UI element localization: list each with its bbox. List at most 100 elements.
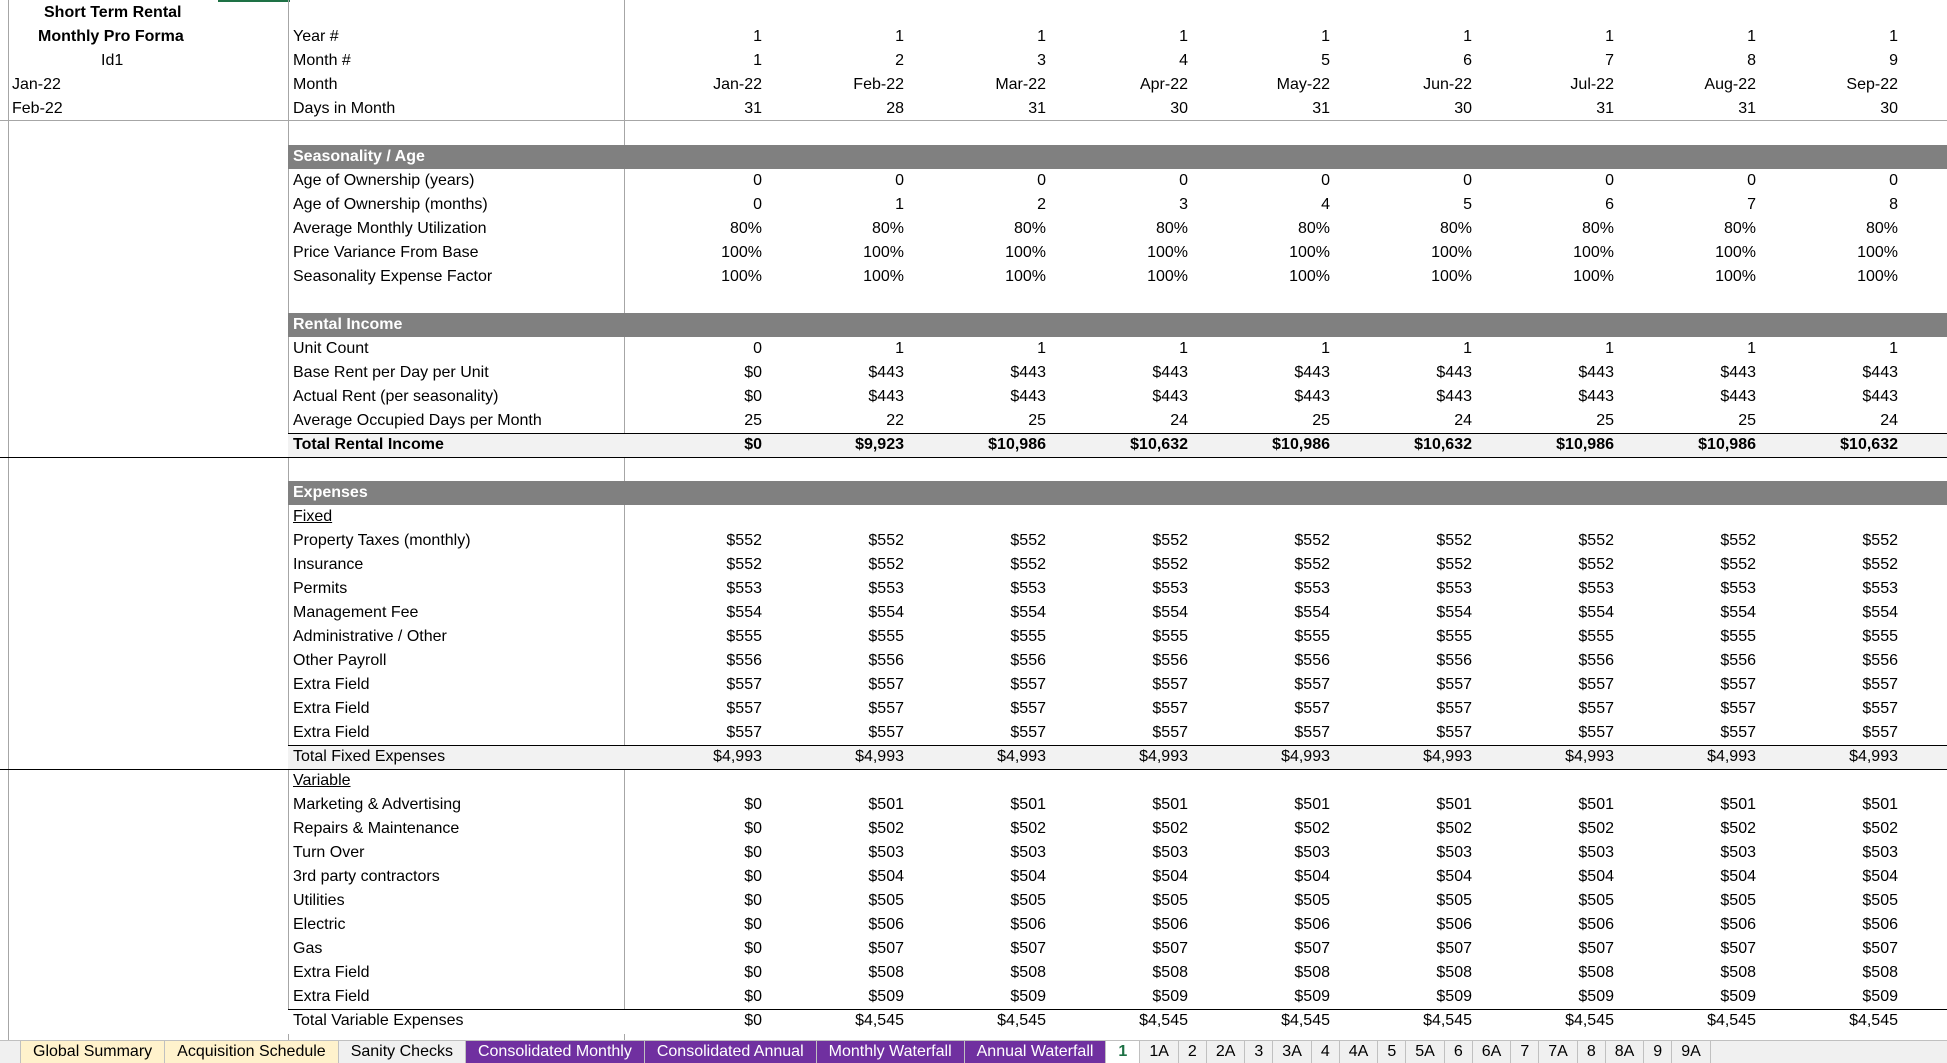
variable-expense-cell[interactable]: $508: [764, 961, 904, 985]
variable-expense-cell[interactable]: $505: [1758, 889, 1898, 913]
variable-expense-cell[interactable]: $507: [1616, 937, 1756, 961]
rental-row-cell[interactable]: 0: [622, 337, 762, 361]
variable-expense-cell[interactable]: $503: [1332, 841, 1472, 865]
header-year-cell[interactable]: 1: [1758, 25, 1898, 49]
total-variable-expenses-cell[interactable]: $4,545: [1474, 1009, 1614, 1033]
fixed-expense-cell[interactable]: $557: [1190, 721, 1330, 745]
total-fixed-expenses-cell[interactable]: $4,993: [906, 745, 1046, 769]
header-days-cell[interactable]: 31: [622, 97, 762, 121]
header-days-cell[interactable]: 28: [764, 97, 904, 121]
header-month-cell[interactable]: Mar-22: [906, 73, 1046, 97]
rental-row-cell[interactable]: $443: [906, 385, 1046, 409]
total-rental-income-cell[interactable]: $10,986: [906, 433, 1046, 457]
fixed-expense-cell[interactable]: $552: [1332, 529, 1472, 553]
variable-expense-cell[interactable]: $502: [1048, 817, 1188, 841]
fixed-expense-cell[interactable]: $557: [1474, 721, 1614, 745]
variable-expense-cell[interactable]: $0: [622, 913, 762, 937]
fixed-expense-cell[interactable]: $552: [1190, 553, 1330, 577]
fixed-expense-cell[interactable]: $553: [1616, 577, 1756, 601]
variable-expense-cell[interactable]: $0: [622, 865, 762, 889]
variable-expense-cell[interactable]: $509: [1332, 985, 1472, 1009]
variable-expense-cell[interactable]: $507: [764, 937, 904, 961]
seasonality-row-cell[interactable]: 3: [1048, 193, 1188, 217]
variable-expense-cell[interactable]: $0: [622, 793, 762, 817]
fixed-expense-cell[interactable]: $557: [1190, 673, 1330, 697]
fixed-expense-cell[interactable]: $554: [1332, 601, 1472, 625]
seasonality-row-cell[interactable]: 80%: [622, 217, 762, 241]
variable-expense-cell[interactable]: $504: [764, 865, 904, 889]
fixed-expense-cell[interactable]: $557: [906, 673, 1046, 697]
fixed-expense-cell[interactable]: $556: [906, 649, 1046, 673]
fixed-expense-cell[interactable]: $555: [1190, 625, 1330, 649]
header-year-cell[interactable]: 1: [764, 25, 904, 49]
fixed-expense-cell[interactable]: $557: [1758, 673, 1898, 697]
seasonality-row-cell[interactable]: 4: [1190, 193, 1330, 217]
fixed-expense-cell[interactable]: $557: [1474, 697, 1614, 721]
sheet-tab-4[interactable]: 4: [1312, 1041, 1340, 1063]
total-fixed-expenses-cell[interactable]: $4,993: [764, 745, 904, 769]
fixed-expense-cell[interactable]: $553: [1332, 577, 1472, 601]
fixed-expense-cell[interactable]: $555: [1474, 625, 1614, 649]
variable-expense-cell[interactable]: $506: [1190, 913, 1330, 937]
total-fixed-expenses-cell[interactable]: $4,993: [1474, 745, 1614, 769]
variable-expense-cell[interactable]: $502: [1332, 817, 1472, 841]
fixed-expense-cell[interactable]: $553: [1474, 577, 1614, 601]
variable-expense-cell[interactable]: $504: [906, 865, 1046, 889]
total-fixed-expenses-cell[interactable]: $4,993: [1758, 745, 1898, 769]
sheet-tab-3a[interactable]: 3A: [1273, 1041, 1312, 1063]
variable-expense-cell[interactable]: $507: [906, 937, 1046, 961]
sheet-tab-5[interactable]: 5: [1378, 1041, 1407, 1063]
rental-row-cell[interactable]: 1: [906, 337, 1046, 361]
seasonality-row-cell[interactable]: 100%: [1616, 265, 1756, 289]
rental-row-cell[interactable]: $443: [764, 385, 904, 409]
seasonality-row-cell[interactable]: 80%: [1048, 217, 1188, 241]
rental-row-cell[interactable]: 25: [1190, 409, 1330, 433]
variable-expense-cell[interactable]: $501: [906, 793, 1046, 817]
fixed-expense-cell[interactable]: $557: [1758, 721, 1898, 745]
variable-expense-cell[interactable]: $505: [1332, 889, 1472, 913]
fixed-expense-cell[interactable]: $555: [1332, 625, 1472, 649]
fixed-expense-cell[interactable]: $553: [764, 577, 904, 601]
sheet-tab-consolidated-annual[interactable]: Consolidated Annual: [644, 1041, 817, 1063]
seasonality-row-cell[interactable]: 0: [764, 169, 904, 193]
header-month_num-cell[interactable]: 5: [1190, 49, 1330, 73]
seasonality-row-cell[interactable]: 100%: [1332, 265, 1472, 289]
header-days-cell[interactable]: 31: [1616, 97, 1756, 121]
variable-expense-cell[interactable]: $503: [1758, 841, 1898, 865]
fixed-expense-cell[interactable]: $552: [1332, 553, 1472, 577]
variable-expense-cell[interactable]: $509: [1048, 985, 1188, 1009]
fixed-expense-cell[interactable]: $552: [1048, 553, 1188, 577]
header-month-cell[interactable]: Jun-22: [1332, 73, 1472, 97]
variable-expense-cell[interactable]: $503: [1048, 841, 1188, 865]
variable-expense-cell[interactable]: $502: [764, 817, 904, 841]
variable-expense-cell[interactable]: $0: [622, 961, 762, 985]
variable-expense-cell[interactable]: $501: [1616, 793, 1756, 817]
rental-row-cell[interactable]: $443: [764, 361, 904, 385]
variable-expense-cell[interactable]: $507: [1048, 937, 1188, 961]
sheet-tab-8a[interactable]: 8A: [1606, 1041, 1645, 1063]
fixed-expense-cell[interactable]: $555: [1758, 625, 1898, 649]
header-year-cell[interactable]: 1: [1474, 25, 1614, 49]
seasonality-row-cell[interactable]: 100%: [1616, 241, 1756, 265]
fixed-expense-cell[interactable]: $557: [1190, 697, 1330, 721]
seasonality-row-cell[interactable]: 0: [622, 169, 762, 193]
fixed-expense-cell[interactable]: $554: [906, 601, 1046, 625]
header-days-cell[interactable]: 30: [1758, 97, 1898, 121]
fixed-expense-cell[interactable]: $553: [906, 577, 1046, 601]
variable-expense-cell[interactable]: $505: [1048, 889, 1188, 913]
fixed-expense-cell[interactable]: $552: [1474, 553, 1614, 577]
variable-expense-cell[interactable]: $509: [1190, 985, 1330, 1009]
rental-row-cell[interactable]: 24: [1332, 409, 1472, 433]
rental-row-cell[interactable]: $0: [622, 385, 762, 409]
total-variable-expenses-cell[interactable]: $4,545: [1190, 1009, 1330, 1033]
total-variable-expenses-cell[interactable]: $4,545: [1048, 1009, 1188, 1033]
fixed-expense-cell[interactable]: $557: [764, 721, 904, 745]
fixed-expense-cell[interactable]: $554: [1190, 601, 1330, 625]
variable-expense-cell[interactable]: $506: [1474, 913, 1614, 937]
variable-expense-cell[interactable]: $504: [1332, 865, 1472, 889]
total-rental-income-cell[interactable]: $9,923: [764, 433, 904, 457]
variable-expense-cell[interactable]: $509: [1616, 985, 1756, 1009]
seasonality-row-cell[interactable]: 0: [1616, 169, 1756, 193]
header-month_num-cell[interactable]: 7: [1474, 49, 1614, 73]
variable-expense-cell[interactable]: $502: [1758, 817, 1898, 841]
